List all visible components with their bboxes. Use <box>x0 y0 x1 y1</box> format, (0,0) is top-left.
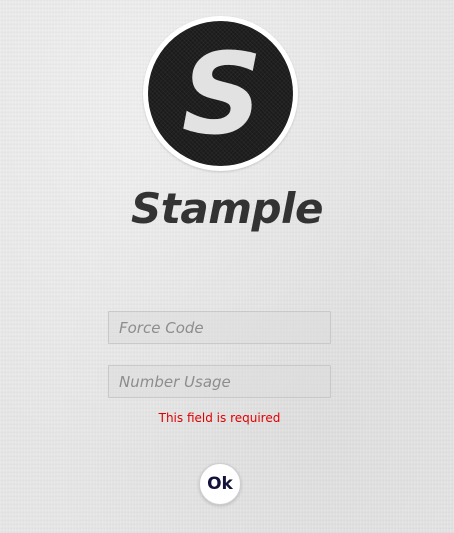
number-usage-error: This field is required <box>158 411 281 425</box>
force-code-input[interactable] <box>108 311 331 344</box>
ok-button[interactable]: Ok <box>199 463 241 505</box>
logo-circle: S <box>148 21 293 166</box>
number-usage-input[interactable] <box>108 365 331 398</box>
stample-logo: S <box>143 16 298 171</box>
stample-logo-icon: S <box>182 30 263 160</box>
logo-letter: S <box>182 30 263 160</box>
brand-title: Stample <box>131 184 323 233</box>
